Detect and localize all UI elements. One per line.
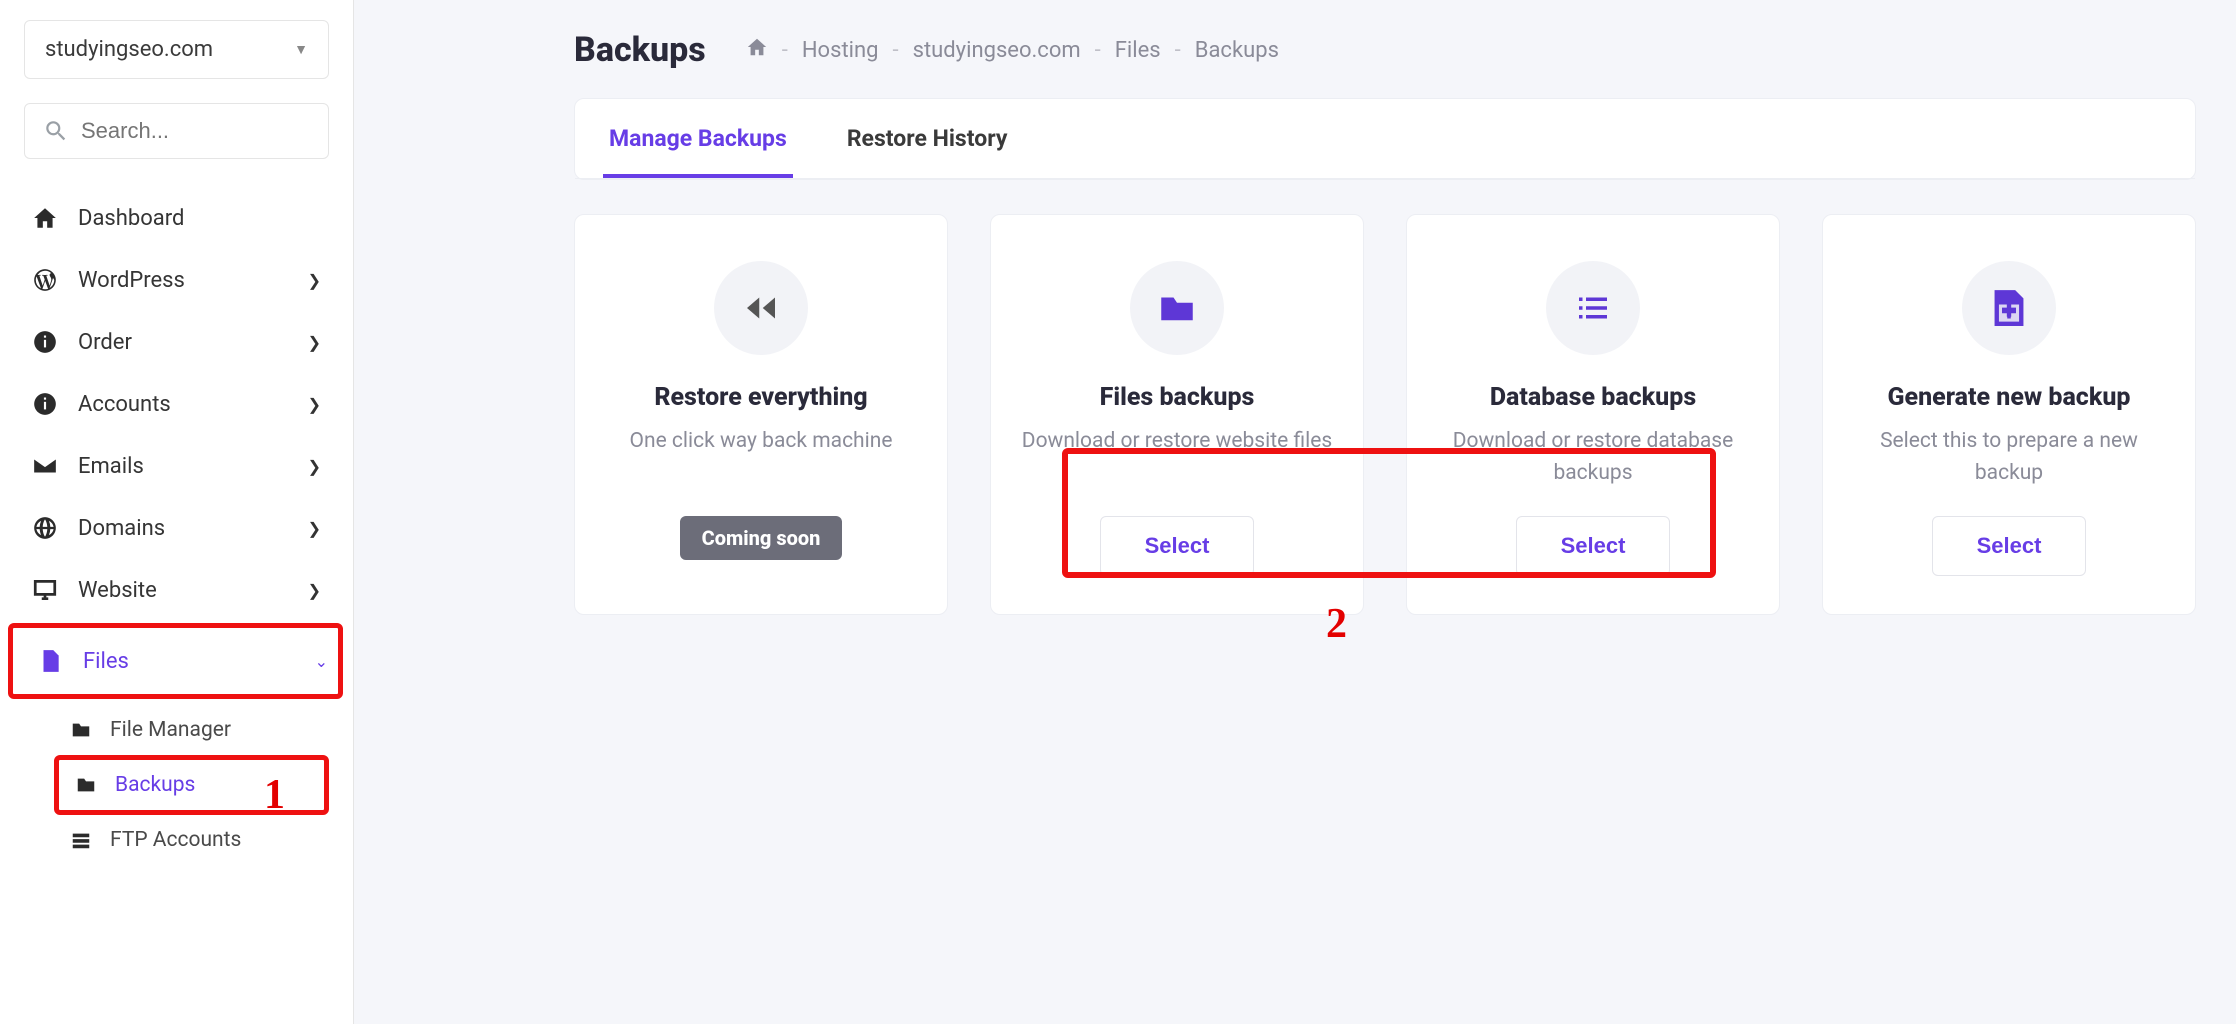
breadcrumb: - Hosting - studyingseo.com - Files - Ba… [746,36,1279,64]
card-title: Files backups [1100,383,1255,412]
sidebar-item-website[interactable]: Website ❯ [24,559,329,621]
coming-soon-badge: Coming soon [680,516,843,560]
monitor-icon [32,577,58,603]
card-desc: Select this to prepare a new backup [1851,426,2167,492]
breadcrumb-crumb[interactable]: Files [1115,38,1161,63]
card-desc: Download or restore website files [1022,426,1332,492]
select-database-backups-button[interactable]: Select [1516,516,1671,576]
sidebar-subitem-label: FTP Accounts [110,828,241,852]
domain-selector-value: studyingseo.com [45,37,213,62]
sidebar-item-label: Domains [78,516,288,541]
card-desc: Download or restore database backups [1435,426,1751,492]
page-header: Backups - Hosting - studyingseo.com - Fi… [574,30,2196,70]
card-title: Generate new backup [1888,383,2131,412]
sidebar-item-label: Website [78,578,288,603]
annotation-1: 1 [264,771,285,819]
ftp-icon [68,827,94,853]
info-icon [32,391,58,417]
sidebar-item-label: WordPress [78,268,288,293]
envelope-icon [32,453,58,479]
globe-icon [32,515,58,541]
chevron-right-icon: ❯ [308,333,321,352]
search-icon [43,118,69,144]
backups-panel: Manage Backups Restore History [574,98,2196,180]
chevron-right-icon: ❯ [308,457,321,476]
select-generate-backup-button[interactable]: Select [1932,516,2087,576]
breadcrumb-crumb[interactable]: Hosting [802,38,879,63]
chevron-right-icon: ❯ [308,581,321,600]
tab-manage-backups[interactable]: Manage Backups [603,99,793,178]
breadcrumb-sep: - [1175,38,1181,63]
sidebar-item-label: Dashboard [78,206,321,231]
folder-solid-icon [73,772,99,798]
card-title: Restore everything [654,383,867,412]
sidebar-item-emails[interactable]: Emails ❯ [24,435,329,497]
sidebar-item-label: Order [78,330,288,355]
breadcrumb-sep: - [782,38,788,63]
annotation-2: 2 [1326,600,1347,648]
file-icon [37,648,63,674]
sidebar-item-files[interactable]: Files ⌄ [15,630,336,692]
sidebar-subitem-label: Backups [115,773,195,797]
wordpress-icon [32,267,58,293]
sidebar-subitem-label: File Manager [110,718,231,742]
home-icon [32,205,58,231]
sidebar-subitem-ftp[interactable]: FTP Accounts [60,815,329,865]
breadcrumb-sep: - [893,38,899,63]
domain-selector[interactable]: studyingseo.com ▼ [24,20,329,79]
sidebar-item-order[interactable]: Order ❯ [24,311,329,373]
card-files-backups: Files backups Download or restore websit… [990,214,1364,615]
folder-solid-icon [1130,261,1224,355]
sidebar-item-accounts[interactable]: Accounts ❯ [24,373,329,435]
sidebar-item-domains[interactable]: Domains ❯ [24,497,329,559]
breadcrumb-crumb[interactable]: Backups [1195,38,1279,63]
chevron-down-icon: ▼ [294,41,308,58]
select-files-backups-button[interactable]: Select [1100,516,1255,576]
home-icon[interactable] [746,36,768,64]
card-title: Database backups [1490,383,1696,412]
sidebar-subitem-file-manager[interactable]: File Manager [60,705,329,755]
tabs: Manage Backups Restore History [575,99,2195,179]
add-file-icon [1962,261,2056,355]
chevron-right-icon: ❯ [308,519,321,538]
card-database-backups: Database backups Download or restore dat… [1406,214,1780,615]
sidebar-item-wordpress[interactable]: WordPress ❯ [24,249,329,311]
card-restore-everything: Restore everything One click way back ma… [574,214,948,615]
card-desc: One click way back machine [630,426,893,492]
chevron-right-icon: ❯ [308,271,321,290]
sidebar-sub-files: File Manager Backups 1 FTP Accounts [24,705,329,865]
sidebar-item-label: Accounts [78,392,288,417]
sidebar-item-dashboard[interactable]: Dashboard [24,187,329,249]
rewind-icon [714,261,808,355]
chevron-down-icon: ⌄ [315,652,328,671]
page-title: Backups [574,30,706,70]
breadcrumb-crumb[interactable]: studyingseo.com [913,38,1081,63]
search-input-wrap[interactable] [24,103,329,159]
tab-restore-history[interactable]: Restore History [841,99,1014,178]
info-icon [32,329,58,355]
search-input[interactable] [81,118,310,144]
folder-icon [68,717,94,743]
chevron-right-icon: ❯ [308,395,321,414]
sidebar-item-label: Files [83,649,295,674]
backup-cards: Restore everything One click way back ma… [574,180,2196,649]
card-generate-new-backup: Generate new backup Select this to prepa… [1822,214,2196,615]
list-icon [1546,261,1640,355]
sidebar-nav: Dashboard WordPress ❯ Order ❯ Accounts ❯… [24,187,329,865]
sidebar-item-label: Emails [78,454,288,479]
breadcrumb-sep: - [1095,38,1101,63]
